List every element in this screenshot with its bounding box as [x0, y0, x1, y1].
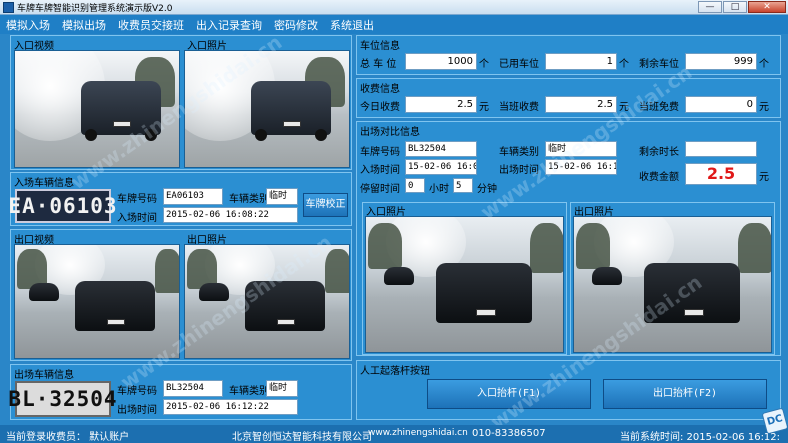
- stay-hours-field: 0: [405, 178, 425, 193]
- company-name: 北京智创恒达智能科技有限公司: [232, 432, 372, 443]
- compare-type-label: 车辆类别: [499, 147, 539, 158]
- exit-camera-panel: 出口视频 出口照片: [10, 229, 352, 361]
- company-phone: 010-83386507: [472, 428, 546, 439]
- total-spaces-label: 总 车 位: [360, 59, 397, 70]
- app-icon: [3, 1, 14, 13]
- total-spaces-unit: 个: [479, 59, 489, 70]
- exit-type-label: 车辆类别: [229, 386, 269, 397]
- menu-record-query[interactable]: 出入记录查询: [196, 17, 262, 33]
- entry-plate-no-label: 车牌号码: [117, 194, 157, 205]
- free-spaces-unit: 个: [759, 59, 769, 70]
- compare-entry-photo: [365, 216, 564, 353]
- entry-time-field[interactable]: 2015-02-06 16:08:22: [163, 207, 298, 223]
- minimize-button[interactable]: —: [698, 1, 722, 13]
- fee-info-panel: 收费信息 今日收费 2.5 元 当班收费 2.5 元 当班免费 0 元: [356, 78, 781, 118]
- shift-free-label: 当班免费: [639, 102, 679, 113]
- compare-exit-photo-panel: 出口照片: [570, 202, 775, 355]
- entry-time-label: 入场时间: [117, 213, 157, 224]
- exit-compare-panel: 出场对比信息 车牌号码 BL32504 车辆类别 临时 剩余时长 入场时间 15…: [356, 121, 781, 356]
- compare-exit-photo: [573, 216, 772, 353]
- compare-plate-field: BL32504: [405, 141, 477, 157]
- shift-free-unit: 元: [759, 102, 769, 113]
- entry-info-label: 入场车辆信息: [14, 178, 74, 189]
- exit-time-field[interactable]: 2015-02-06 16:12:22: [163, 399, 298, 415]
- used-spaces-field: 1: [545, 53, 617, 70]
- menu-simulate-exit[interactable]: 模拟出场: [62, 17, 106, 33]
- system-clock: 当前系统时间: 2015-02-06 16:12:: [620, 432, 781, 443]
- status-bar: 当前登录收费员： 默认账户 北京智创恒达智能科技有限公司 www.zhineng…: [0, 425, 788, 443]
- menu-simulate-entry[interactable]: 模拟入场: [6, 17, 50, 33]
- exit-vehicle-info-panel: 出场车辆信息 BL·32504 车牌号码 BL32504 车辆类别 临时 出场时…: [8, 364, 352, 420]
- exit-type-field[interactable]: 临时: [266, 380, 298, 397]
- compare-plate-label: 车牌号码: [360, 147, 400, 158]
- minutes-unit: 分钟: [477, 184, 497, 195]
- spaces-label: 车位信息: [360, 41, 400, 52]
- compare-in-time-label: 入场时间: [360, 165, 400, 176]
- window-title: 车牌车牌智能识别管理系统演示版V2.0: [17, 3, 173, 14]
- compare-in-time-field: 15-02-06 16:07: [405, 159, 477, 175]
- menu-bar: 模拟入场 模拟出场 收费员交接班 出入记录查询 密码修改 系统退出: [0, 15, 788, 34]
- today-fee-field: 2.5: [405, 96, 477, 113]
- compare-entry-photo-panel: 入口照片: [362, 202, 567, 355]
- shift-fee-label: 当班收费: [499, 102, 539, 113]
- used-spaces-unit: 个: [619, 59, 629, 70]
- free-spaces-field: 999: [685, 53, 757, 70]
- exit-plate-image: BL·32504: [8, 381, 117, 417]
- current-operator: 当前登录收费员： 默认账户: [6, 432, 130, 443]
- entry-video-feed: [14, 50, 180, 168]
- entry-vehicle-info-panel: 入场车辆信息 EA·06103 车牌号码 EA06103 车辆类别 临时 入场时…: [8, 172, 352, 226]
- shift-free-field: 0: [685, 96, 757, 113]
- parking-spaces-panel: 车位信息 总 车 位 1000 个 已用车位 1 个 剩余车位 999 个: [356, 35, 781, 75]
- exit-video-feed: [14, 244, 180, 359]
- stay-minutes-field: 5: [453, 178, 473, 193]
- barrier-control-panel: 人工起落杆按钮 入口抬杆(F1) 出口抬杆(F2): [356, 360, 781, 420]
- exit-photo: [184, 244, 350, 359]
- entry-type-field[interactable]: 临时: [266, 188, 298, 205]
- entry-barrier-button[interactable]: 入口抬杆(F1): [427, 379, 591, 409]
- barrier-label: 人工起落杆按钮: [360, 366, 430, 377]
- free-spaces-label: 剩余车位: [639, 59, 679, 70]
- compare-out-time-field: 15-02-06 16:12: [545, 159, 617, 175]
- close-button[interactable]: ✕: [748, 1, 786, 13]
- amount-unit: 元: [759, 172, 769, 183]
- menu-change-password[interactable]: 密码修改: [274, 17, 318, 33]
- today-fee-unit: 元: [479, 102, 489, 113]
- today-fee-label: 今日收费: [360, 102, 400, 113]
- exit-plate-no-label: 车牌号码: [117, 386, 157, 397]
- title-bar: 车牌车牌智能识别管理系统演示版V2.0 — □ ✕: [0, 0, 788, 15]
- total-spaces-field: 1000: [405, 53, 477, 70]
- menu-shift-handover[interactable]: 收费员交接班: [118, 17, 184, 33]
- exit-info-label: 出场车辆信息: [14, 370, 74, 381]
- hours-unit: 小时: [429, 184, 449, 195]
- shift-fee-field: 2.5: [545, 96, 617, 113]
- used-spaces-label: 已用车位: [499, 59, 539, 70]
- menu-exit-system[interactable]: 系统退出: [330, 17, 374, 33]
- entry-plate-image: EA·06103: [8, 189, 117, 223]
- remaining-time-label: 剩余时长: [639, 147, 679, 158]
- compare-out-time-label: 出场时间: [499, 165, 539, 176]
- remaining-time-field: [685, 141, 757, 157]
- stay-time-label: 停留时间: [360, 184, 400, 195]
- exit-barrier-button[interactable]: 出口抬杆(F2): [603, 379, 767, 409]
- maximize-button[interactable]: □: [723, 1, 747, 13]
- exit-plate-no-field[interactable]: BL32504: [163, 380, 223, 397]
- compare-label: 出场对比信息: [360, 127, 420, 138]
- entry-photo: [184, 50, 350, 168]
- exit-time-label: 出场时间: [117, 405, 157, 416]
- fees-label: 收费信息: [360, 84, 400, 95]
- shift-fee-unit: 元: [619, 102, 629, 113]
- entry-type-label: 车辆类别: [229, 194, 269, 205]
- amount-label: 收费金额: [639, 172, 679, 183]
- company-website: www.zhinengshidai.cn: [368, 428, 468, 438]
- entry-plate-no-field[interactable]: EA06103: [163, 188, 223, 205]
- entry-camera-panel: 入口视频 入口照片: [10, 35, 352, 170]
- amount-display: 2.5: [685, 163, 757, 185]
- plate-correct-button[interactable]: 车牌校正: [303, 193, 348, 217]
- compare-type-field: 临时: [545, 141, 617, 157]
